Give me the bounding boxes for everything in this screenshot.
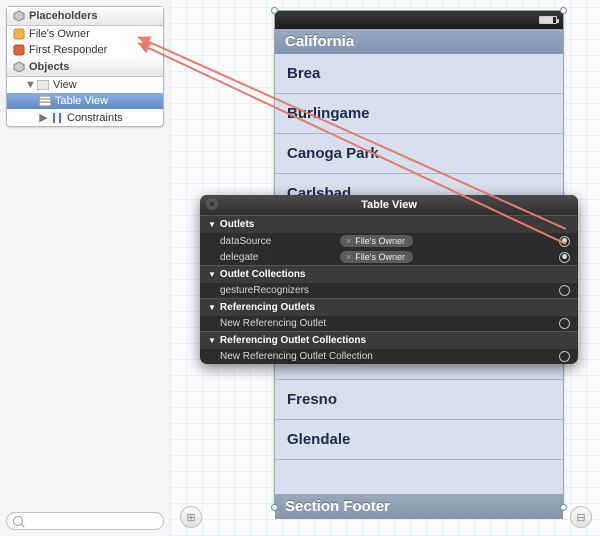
outlets-label: Outlets: [220, 219, 254, 230]
view-icon: [37, 80, 49, 90]
connection-pill[interactable]: ×File's Owner: [340, 251, 413, 263]
selection-handle[interactable]: [271, 504, 278, 511]
view-label: View: [53, 79, 77, 91]
selection-handle[interactable]: [560, 7, 567, 14]
new-ref-row[interactable]: New Referencing Outlet: [200, 316, 578, 331]
connection-pill[interactable]: ×File's Owner: [340, 235, 413, 247]
files-owner-row[interactable]: File's Owner: [7, 26, 163, 42]
new-ref-coll-row[interactable]: New Referencing Outlet Collection: [200, 349, 578, 364]
connection-port[interactable]: [559, 285, 570, 296]
outlet-label: New Referencing Outlet Collection: [220, 351, 553, 362]
connection-port[interactable]: [559, 252, 570, 263]
inspector-title-bar[interactable]: × Table View: [200, 195, 578, 215]
table-cell[interactable]: Brea: [275, 54, 563, 94]
ref-outlet-coll-group-header[interactable]: ▼ Referencing Outlet Collections: [200, 331, 578, 349]
cube-icon: [13, 10, 25, 22]
selection-handle[interactable]: [271, 7, 278, 14]
canvas-corner-button[interactable]: ⊟: [570, 506, 592, 528]
constraints-label: Constraints: [67, 112, 123, 124]
constraints-icon: [51, 113, 63, 123]
table-cell[interactable]: Burlingame: [275, 94, 563, 134]
placeholders-label: Placeholders: [29, 10, 97, 22]
selection-handle[interactable]: [560, 504, 567, 511]
chevron-down-icon: ▼: [208, 303, 216, 312]
filter-icon: [13, 516, 23, 526]
ref-outlet-coll-label: Referencing Outlet Collections: [220, 335, 366, 346]
objects-header: Objects: [7, 58, 163, 77]
section-footer: Section Footer: [275, 494, 563, 519]
first-responder-label: First Responder: [29, 44, 107, 56]
document-outline: Placeholders File's Owner First Responde…: [6, 6, 164, 127]
filter-field[interactable]: [6, 512, 164, 530]
disclosure-triangle-icon[interactable]: ▶: [39, 111, 48, 124]
connection-port[interactable]: [559, 236, 570, 247]
outlets-group-header[interactable]: ▼ Outlets: [200, 215, 578, 233]
table-view-label: Table View: [55, 95, 108, 107]
connection-port[interactable]: [559, 351, 570, 362]
constraints-row[interactable]: ▶ Constraints: [7, 109, 163, 126]
table-view-icon: [39, 96, 51, 106]
files-owner-icon: [13, 28, 25, 40]
remove-connection-icon[interactable]: ×: [346, 252, 351, 262]
first-responder-icon: [13, 44, 25, 56]
disclosure-triangle-icon[interactable]: ▼: [25, 79, 34, 91]
gesture-row[interactable]: gestureRecognizers: [200, 283, 578, 298]
table-cell[interactable]: Canoga Park: [275, 134, 563, 174]
view-row[interactable]: ▼ View: [7, 77, 163, 93]
files-owner-label: File's Owner: [29, 28, 90, 40]
chevron-down-icon: ▼: [208, 220, 216, 229]
outlet-label: dataSource: [220, 236, 340, 247]
section-header: California: [275, 29, 563, 54]
chevron-down-icon: ▼: [208, 336, 216, 345]
remove-connection-icon[interactable]: ×: [346, 236, 351, 246]
outlet-collections-label: Outlet Collections: [220, 269, 306, 280]
outlet-collections-group-header[interactable]: ▼ Outlet Collections: [200, 265, 578, 283]
inspector-title: Table View: [361, 199, 417, 211]
table-cell[interactable]: Fresno: [275, 380, 563, 420]
datasource-row[interactable]: dataSource ×File's Owner: [200, 233, 578, 249]
canvas-corner-button[interactable]: ⊞: [180, 506, 202, 528]
ref-outlets-label: Referencing Outlets: [220, 302, 315, 313]
table-cell[interactable]: Glendale: [275, 420, 563, 460]
connections-inspector[interactable]: × Table View ▼ Outlets dataSource ×File's…: [200, 195, 578, 364]
placeholders-header: Placeholders: [7, 7, 163, 26]
cube-icon: [13, 61, 25, 73]
ref-outlets-group-header[interactable]: ▼ Referencing Outlets: [200, 298, 578, 316]
battery-icon: [539, 16, 557, 24]
status-bar: [275, 11, 563, 29]
connection-port[interactable]: [559, 318, 570, 329]
first-responder-row[interactable]: First Responder: [7, 42, 163, 58]
objects-label: Objects: [29, 61, 69, 73]
outlet-label: New Referencing Outlet: [220, 318, 553, 329]
table-view-row[interactable]: Table View: [7, 93, 163, 109]
chevron-down-icon: ▼: [208, 270, 216, 279]
delegate-row[interactable]: delegate ×File's Owner: [200, 249, 578, 265]
outlet-label: gestureRecognizers: [220, 285, 340, 296]
close-icon[interactable]: ×: [206, 198, 218, 210]
outlet-label: delegate: [220, 252, 340, 263]
